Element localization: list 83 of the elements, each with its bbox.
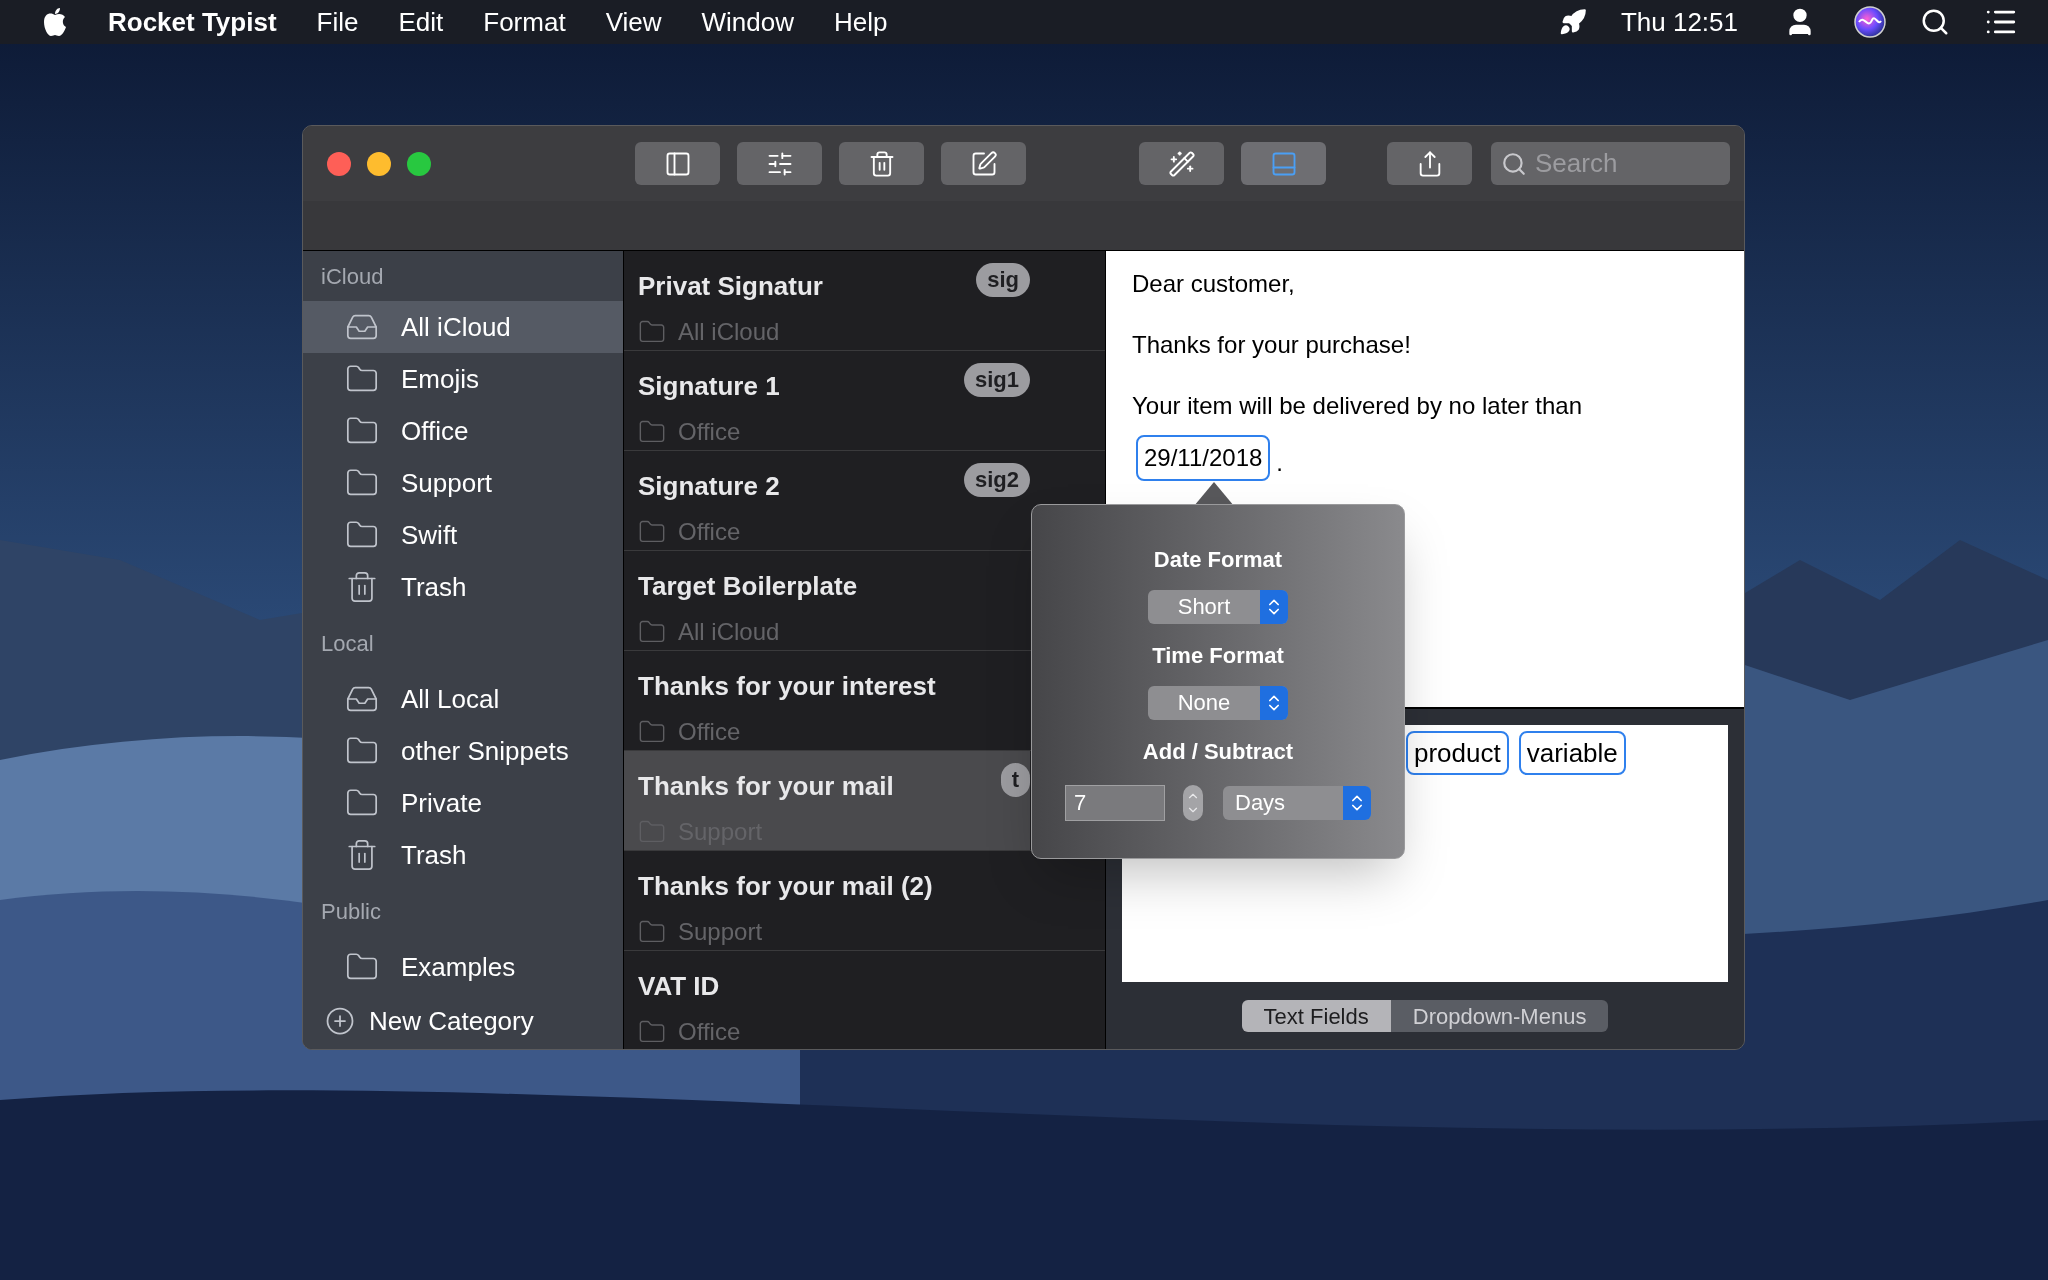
abbreviation-tag: sig1	[963, 363, 1030, 397]
sidebar-item[interactable]: All iCloud	[303, 301, 623, 353]
toolbar-button[interactable]	[839, 142, 924, 185]
editor-text: Your item will be delivered by no later than	[1132, 391, 1584, 421]
snippet-row[interactable]: VAT ID Office	[624, 951, 1030, 1049]
orb-icon[interactable]	[1854, 6, 1886, 38]
snippet-row[interactable]: Signature 2 Office sig2	[624, 451, 1030, 550]
editor-text: Thanks for your purchase!	[1132, 330, 1412, 360]
sidebar-item[interactable]: Examples	[303, 941, 623, 993]
stepper[interactable]	[1183, 785, 1203, 821]
snippet-title: Thanks for your mail	[638, 770, 895, 803]
abbreviation-tag: t	[1000, 763, 1030, 797]
search-field[interactable]: Search	[1491, 142, 1730, 185]
close-button[interactable]	[327, 151, 351, 176]
snippet-category: Office	[678, 517, 741, 547]
snippet-category: Support	[678, 917, 763, 947]
section-header: iCloud	[321, 262, 384, 291]
sidebar-item[interactable]: Trash	[303, 561, 623, 613]
snippet-title: Signature 1	[638, 370, 781, 403]
section-header: Public	[321, 897, 381, 926]
plus-icon	[325, 1006, 355, 1036]
segment-tab[interactable]: Dropdown-Menus	[1390, 1000, 1609, 1032]
editor-text: .	[1276, 448, 1283, 478]
toolbar-button[interactable]	[1139, 142, 1224, 185]
snippet-category: Office	[678, 417, 741, 447]
menu-item[interactable]: View	[605, 2, 662, 42]
abbreviation-tag: sig	[976, 263, 1030, 297]
snippet-row[interactable]: Thanks for your interest Office	[624, 651, 1030, 750]
trash-icon	[345, 570, 379, 604]
date-placeholder[interactable]: 29/11/2018	[1136, 435, 1271, 481]
snippet-title: Target Boilerplate	[638, 570, 859, 603]
search-icon[interactable]	[1920, 7, 1950, 37]
sidebar-item[interactable]: Swift	[303, 509, 623, 561]
snippet-title: Signature 2	[638, 470, 781, 503]
menu-item[interactable]: Help	[834, 2, 888, 42]
snippet-category: Office	[678, 1017, 741, 1047]
app-menu[interactable]: Rocket Typist	[108, 2, 277, 42]
sidebar-item[interactable]: other Snippets	[303, 725, 623, 777]
menu-item[interactable]: Edit	[398, 2, 444, 42]
toolbar-button[interactable]	[737, 142, 822, 185]
search-icon	[1501, 150, 1527, 177]
sidebar-item[interactable]: All Local	[303, 673, 623, 725]
snippet-category: All iCloud	[678, 617, 780, 647]
abbreviation-tag: sig2	[963, 463, 1030, 497]
toolbar-button[interactable]	[1387, 142, 1472, 185]
menu-item[interactable]: Window	[701, 2, 794, 42]
section-header: Local	[321, 629, 374, 658]
snippet-title: Privat Signatur	[638, 270, 824, 303]
magic-wand-icon	[1167, 149, 1196, 178]
snippet-row[interactable]: Thanks for your mail (2) Support	[624, 851, 1030, 950]
minimize-button[interactable]	[367, 151, 391, 176]
clock[interactable]: Thu 12:51	[1620, 2, 1738, 42]
toolbar-button[interactable]	[941, 142, 1026, 185]
popover-label: Date Format	[1153, 545, 1283, 574]
snippet-row[interactable]: Privat Signatur All iCloud sig	[624, 251, 1030, 350]
snippet-title: VAT ID	[638, 970, 721, 1003]
snippet-category: All iCloud	[678, 317, 780, 347]
popover-label: Add / Subtract	[1142, 737, 1294, 766]
snippet-title: Thanks for your interest	[638, 670, 937, 703]
search-input[interactable]: Search	[1535, 144, 1715, 183]
toolbar-button[interactable]	[635, 142, 720, 185]
trash-icon	[345, 838, 379, 872]
snippet-row[interactable]: Target Boilerplate All iCloud	[624, 551, 1030, 650]
editor-text: Dear customer,	[1132, 269, 1296, 299]
sidebar-item[interactable]: Trash	[303, 829, 623, 881]
placeholder-token[interactable]: product	[1406, 731, 1509, 775]
sidebar-item[interactable]: Office	[303, 405, 623, 457]
sidebar-item[interactable]: Support	[303, 457, 623, 509]
snippet-row[interactable]: Signature 1 Office sig1	[624, 351, 1030, 450]
new-category-button[interactable]: New Category	[303, 993, 623, 1049]
popover-label: Time Format	[1152, 641, 1284, 670]
menu-item[interactable]: File	[316, 2, 359, 42]
snippet-title: Thanks for your mail (2)	[638, 870, 934, 903]
rocket-icon[interactable]	[1558, 8, 1587, 36]
sidebar-item[interactable]: Emojis	[303, 353, 623, 405]
apple-icon[interactable]	[42, 7, 68, 37]
menu-item[interactable]: Format	[483, 2, 566, 42]
sidebar-item[interactable]: Private	[303, 777, 623, 829]
placeholder-token[interactable]: variable	[1518, 731, 1626, 775]
snippet-category: Office	[678, 717, 741, 747]
segment-tab[interactable]: Text Fields	[1241, 1000, 1391, 1032]
zoom-button[interactable]	[407, 151, 431, 176]
number-field[interactable]: 7	[1065, 785, 1165, 821]
